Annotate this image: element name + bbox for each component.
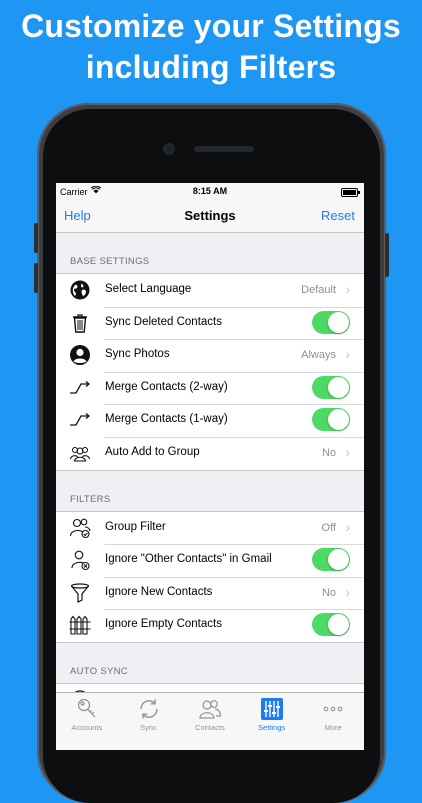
- row-value: Always: [301, 349, 336, 362]
- group-icon: [69, 446, 91, 462]
- volume-button: [34, 263, 38, 293]
- chevron-right-icon: ›: [345, 583, 350, 600]
- tab-label: Settings: [258, 723, 286, 732]
- row-label: Sync Photos: [105, 348, 170, 361]
- row-label: Sync Deleted Contacts: [105, 315, 222, 328]
- row-merge-contacts-2way: Merge Contacts (2-way): [56, 371, 364, 405]
- row-label: Ignore "Other Contacts" in Gmail: [105, 553, 272, 566]
- group-filter-icon: [69, 518, 91, 538]
- row-value: No: [321, 446, 336, 459]
- funnel-icon: [70, 583, 90, 603]
- page-title: Settings: [184, 208, 236, 223]
- row-label: Ignore Empty Contacts: [105, 618, 222, 631]
- row-label: Ignore New Contacts: [105, 585, 213, 598]
- promo-headline: Customize your Settings including Filter…: [0, 6, 422, 88]
- toggle-knob: [328, 376, 349, 398]
- row-label: Select Language: [105, 283, 192, 295]
- toggle-knob: [328, 311, 349, 333]
- sync-deleted-toggle[interactable]: [312, 310, 350, 334]
- row-merge-contacts-1way: Merge Contacts (1-way): [56, 404, 364, 437]
- sliders-icon: [260, 698, 283, 720]
- row-sync-deleted-contacts: Sync Deleted Contacts: [56, 306, 364, 340]
- person-icon: [70, 345, 90, 366]
- key-icon: [77, 698, 96, 718]
- tab-label: More: [324, 723, 342, 732]
- chevron-right-icon: ›: [345, 346, 350, 363]
- row-label: Merge Contacts (2-way): [105, 380, 228, 393]
- ignore-other-contacts-toggle[interactable]: [312, 548, 350, 572]
- earpiece-speaker: [194, 146, 254, 152]
- row-select-language[interactable]: Select Language Default ›: [56, 274, 364, 307]
- merge-arrow-icon: [70, 380, 91, 394]
- sync-icon: [139, 699, 158, 719]
- status-time: 8:15 AM: [192, 186, 228, 196]
- row-ignore-empty-contacts: Ignore Empty Contacts: [56, 609, 364, 642]
- row-group-filter[interactable]: Group Filter Off ›: [56, 512, 364, 545]
- promo-headline-line1: Customize your Settings: [21, 8, 401, 44]
- trash-icon: [73, 313, 87, 333]
- tab-label: Accounts: [71, 723, 103, 732]
- row-value: Off: [321, 521, 336, 534]
- section-header-auto-sync: AUTO SYNC: [56, 643, 364, 683]
- tab-sync[interactable]: Sync: [118, 693, 180, 750]
- row-label: Merge Contacts (1-way): [105, 413, 228, 426]
- globe-icon: [70, 280, 90, 300]
- reset-button[interactable]: Reset: [321, 208, 355, 223]
- contacts-icon: [199, 700, 222, 719]
- promo-headline-line2: including Filters: [85, 49, 337, 85]
- merge-2way-toggle[interactable]: [312, 375, 350, 399]
- tab-more[interactable]: More: [302, 693, 364, 750]
- settings-list[interactable]: BASE SETTINGS Select Language Default › …: [56, 233, 364, 694]
- row-label: Group Filter: [105, 520, 166, 533]
- toggle-knob: [328, 614, 349, 636]
- section-header-label: FILTERS: [70, 493, 111, 505]
- section-header-label: AUTO SYNC: [70, 665, 128, 677]
- chevron-right-icon: ›: [345, 518, 350, 535]
- fence-icon: [69, 615, 91, 635]
- status-bar: Carrier 8:15 AM: [56, 183, 364, 200]
- row-ignore-other-contacts: Ignore "Other Contacts" in Gmail: [56, 544, 364, 577]
- row-label: Auto Add to Group: [105, 445, 200, 458]
- section-header-filters: FILTERS: [56, 471, 364, 511]
- base-settings-group: Select Language Default › Sync Deleted C…: [56, 273, 364, 471]
- row-auto-add-to-group[interactable]: Auto Add to Group No ›: [56, 436, 364, 470]
- row-sync-photos[interactable]: Sync Photos Always ›: [56, 339, 364, 372]
- tab-label: Sync: [140, 723, 157, 732]
- front-camera: [165, 145, 173, 153]
- tab-accounts[interactable]: Accounts: [56, 693, 118, 750]
- toggle-knob: [328, 549, 349, 571]
- filters-group: Group Filter Off › Ignore "Other Contact…: [56, 510, 364, 643]
- volume-button: [34, 223, 38, 253]
- tab-contacts[interactable]: Contacts: [179, 693, 241, 750]
- ignore-empty-contacts-toggle[interactable]: [312, 613, 350, 637]
- merge-1way-toggle[interactable]: [312, 408, 350, 432]
- row-value: No: [321, 586, 336, 599]
- merge-arrow-icon: [70, 413, 91, 427]
- tab-label: Contacts: [195, 723, 225, 732]
- more-icon: [324, 706, 343, 712]
- row-value: Default: [301, 284, 336, 296]
- tab-bar: Accounts Sync Contacts Settings More: [56, 692, 364, 750]
- tab-settings[interactable]: Settings: [241, 693, 303, 750]
- row-ignore-new-contacts[interactable]: Ignore New Contacts No ›: [56, 576, 364, 610]
- power-button: [385, 233, 389, 277]
- phone-screen: Carrier 8:15 AM Help Settings Reset BASE…: [56, 183, 364, 750]
- toggle-knob: [328, 409, 349, 431]
- battery-icon: [341, 188, 360, 197]
- chevron-right-icon: ›: [345, 443, 350, 460]
- section-header-base-settings: BASE SETTINGS: [56, 233, 364, 273]
- person-x-icon: [71, 550, 90, 571]
- chevron-right-icon: ›: [345, 281, 350, 297]
- navigation-bar: Help Settings Reset: [56, 200, 364, 233]
- section-header-label: BASE SETTINGS: [70, 256, 150, 267]
